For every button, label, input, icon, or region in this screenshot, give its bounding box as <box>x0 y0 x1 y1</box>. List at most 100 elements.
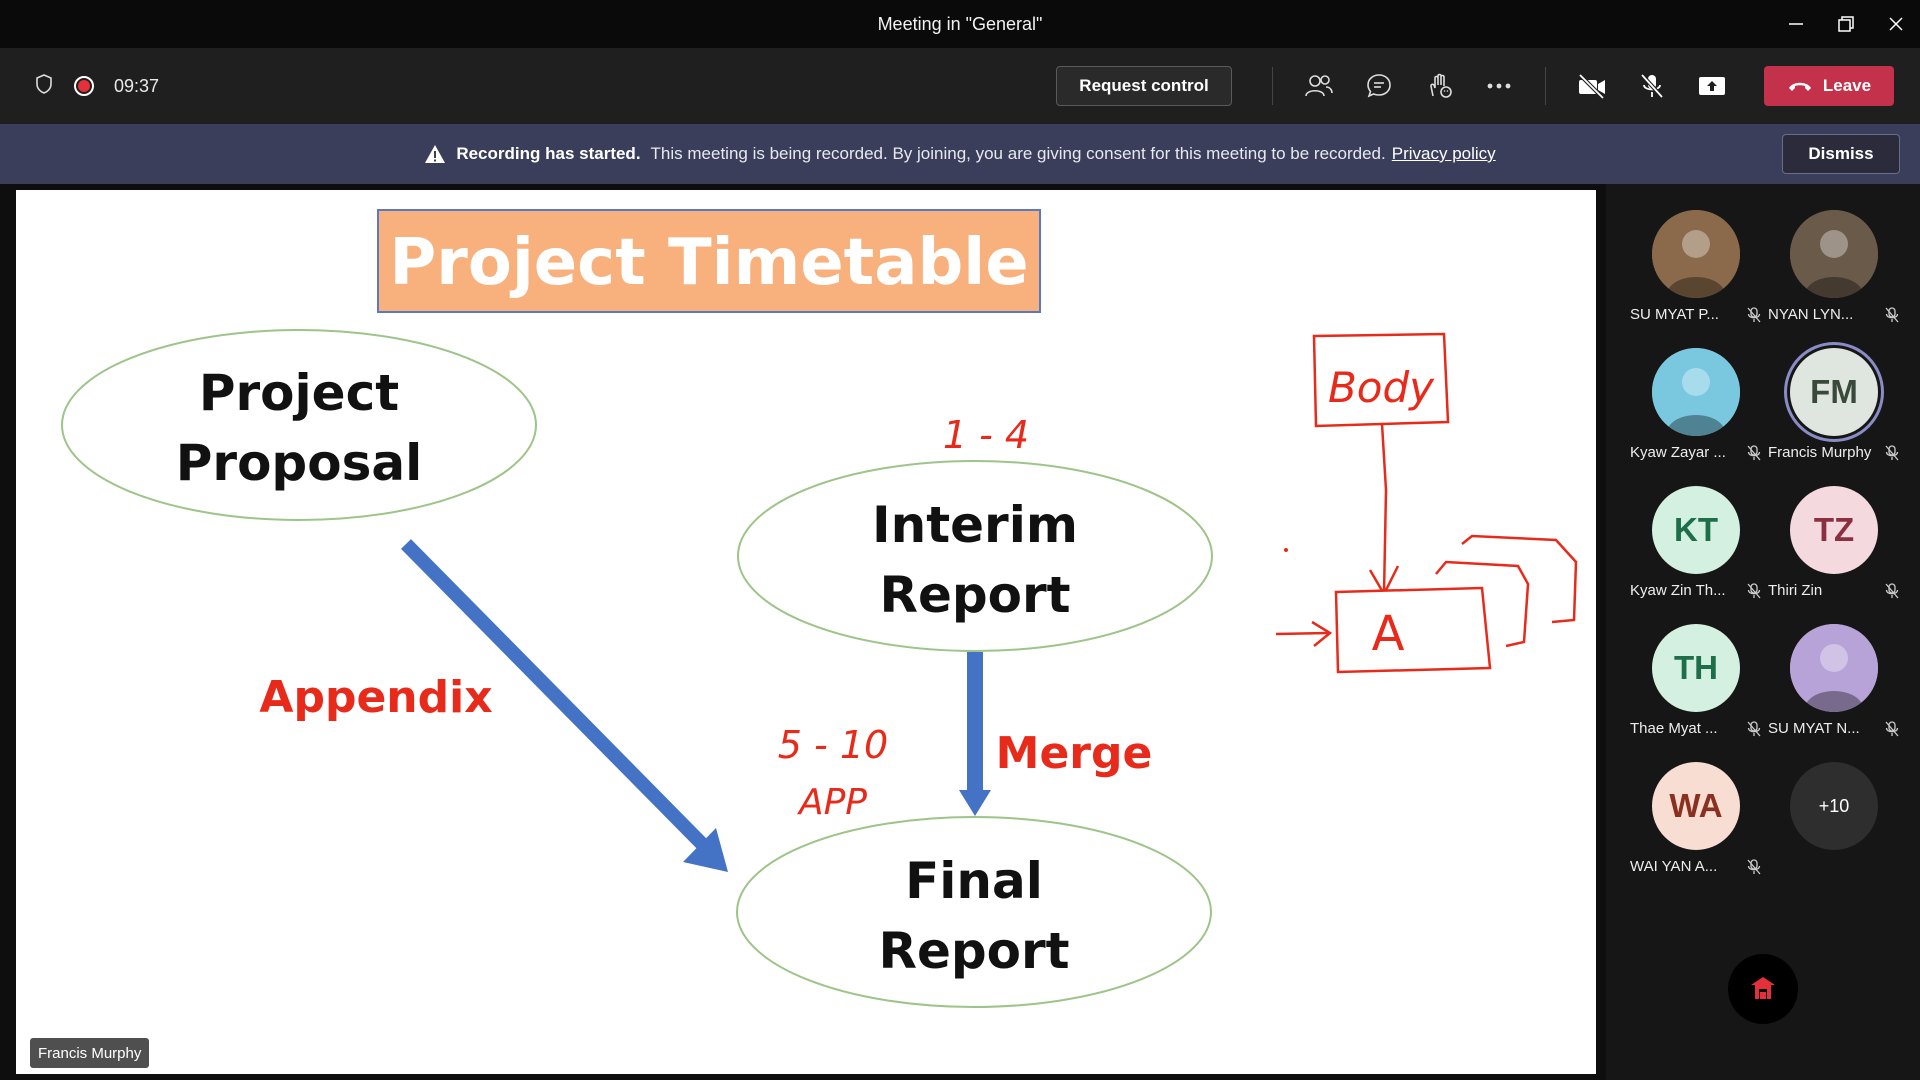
avatar-initials: WA <box>1669 787 1723 824</box>
participant-tile[interactable]: SU MYAT N... <box>1758 618 1908 748</box>
more-icon <box>1487 83 1511 89</box>
muted-mic-icon <box>1884 444 1900 467</box>
participant-tile[interactable]: TZ Thiri Zin <box>1758 480 1908 610</box>
avatar-initials: FM <box>1810 373 1858 410</box>
a-left-arrow <box>1275 631 1329 636</box>
avatar-initials: KT <box>1674 511 1718 548</box>
app-logo-icon <box>1751 977 1775 999</box>
annotation-a: A <box>1372 606 1405 662</box>
avatar: TH <box>1652 624 1740 712</box>
restore-icon <box>1838 16 1854 32</box>
share-screen-button[interactable] <box>1690 64 1734 108</box>
participants-panel: SU MYAT P... NYAN LYN... Kyaw Zayar ... FM F… <box>1606 184 1920 1080</box>
vertical-arrow-shaft <box>967 652 983 794</box>
avatar <box>1652 348 1740 436</box>
toolbar-divider <box>1272 67 1273 105</box>
merge-label: Merge <box>996 728 1153 779</box>
meeting-timer: 09:37 <box>114 75 160 96</box>
interim-line2: Report <box>879 566 1070 624</box>
appendix-label: Appendix <box>259 672 492 723</box>
slide-canvas: Project Timetable Project Proposal Inter… <box>61 209 1578 1008</box>
participants-button[interactable] <box>1297 64 1341 108</box>
request-control-button[interactable]: Request control <box>1056 66 1232 106</box>
raise-hand-icon <box>1430 73 1452 98</box>
participant-name: Thiri Zin <box>1768 582 1823 599</box>
warning-icon <box>424 144 446 164</box>
avatar: KT <box>1652 486 1740 574</box>
participant-name: Kyaw Zin Th... <box>1630 582 1726 599</box>
participant-tile[interactable]: +10 <box>1758 756 1908 886</box>
camera-off-icon <box>1578 73 1605 99</box>
privacy-policy-link[interactable]: Privacy policy <box>1392 144 1496 164</box>
chat-button[interactable] <box>1357 64 1401 108</box>
participant-tile[interactable]: Kyaw Zayar ... <box>1620 342 1770 472</box>
participant-name: Thae Myat ... <box>1630 720 1718 737</box>
participant-name: Kyaw Zayar ... <box>1630 444 1726 461</box>
ink-dot <box>1284 548 1288 552</box>
participant-name: Francis Murphy <box>1768 444 1872 461</box>
shared-slide: Project Timetable Project Proposal Inter… <box>16 190 1596 1074</box>
close-button[interactable] <box>1872 0 1920 48</box>
microphone-toggle-button[interactable] <box>1630 64 1674 108</box>
presenter-name-tag: Francis Murphy <box>30 1038 150 1068</box>
participant-tile[interactable]: NYAN LYN... <box>1758 204 1908 334</box>
more-options-button[interactable] <box>1477 64 1521 108</box>
participant-name: SU MYAT N... <box>1768 720 1860 737</box>
avatar: FM <box>1790 348 1878 436</box>
share-icon <box>1699 77 1725 95</box>
minimize-button[interactable] <box>1772 0 1820 48</box>
chat-icon <box>1367 74 1391 98</box>
reactions-button[interactable] <box>1417 64 1461 108</box>
people-icon <box>1305 75 1333 97</box>
close-icon <box>1889 17 1903 31</box>
slide-title: Project Timetable <box>389 226 1028 300</box>
interim-line1: Interim <box>872 496 1078 554</box>
window-title: Meeting in "General" <box>877 13 1043 34</box>
participant-tile[interactable]: KT Kyaw Zin Th... <box>1620 480 1770 610</box>
muted-mic-icon <box>1884 720 1900 743</box>
avatar <box>1790 624 1878 712</box>
microphone-off-icon <box>1640 73 1664 99</box>
proposal-line1: Project <box>199 364 399 422</box>
app-badge-button[interactable] <box>1728 954 1798 1024</box>
vertical-arrow-head <box>959 790 991 816</box>
recording-banner: Recording has started. This meeting is b… <box>0 124 1920 184</box>
participant-tile[interactable]: WA WAI YAN A... <box>1620 756 1770 886</box>
window-controls <box>1770 0 1920 48</box>
participant-name: WAI YAN A... <box>1630 858 1718 875</box>
recording-icon <box>74 76 94 96</box>
restore-button[interactable] <box>1822 0 1870 48</box>
avatar-initials: +10 <box>1818 795 1850 816</box>
avatar-initials: TH <box>1674 649 1718 686</box>
shared-content-stage: Project Timetable Project Proposal Inter… <box>0 184 1606 1080</box>
minimize-icon <box>1789 23 1803 25</box>
banner-message: This meeting is being recorded. By joini… <box>650 144 1386 163</box>
avatar <box>1790 210 1878 298</box>
annotation-1-4: 1 - 4 <box>943 413 1029 457</box>
participant-name: NYAN LYN... <box>1768 306 1854 323</box>
more-participants-avatar: +10 <box>1790 762 1878 850</box>
body-connector <box>1380 423 1388 595</box>
dismiss-button[interactable]: Dismiss <box>1782 134 1900 174</box>
participant-tile[interactable]: SU MYAT P... <box>1620 204 1770 334</box>
avatar: TZ <box>1790 486 1878 574</box>
participant-tile[interactable]: TH Thae Myat ... <box>1620 618 1770 748</box>
muted-mic-icon <box>1884 582 1900 605</box>
annotation-5-10: 5 - 10 <box>778 723 888 767</box>
participant-name: SU MYAT P... <box>1630 306 1719 323</box>
title-bar: Meeting in "General" <box>0 0 1920 48</box>
leave-button[interactable]: Leave <box>1764 66 1894 106</box>
final-line2: Report <box>878 922 1069 980</box>
avatar <box>1652 210 1740 298</box>
camera-toggle-button[interactable] <box>1570 64 1614 108</box>
avatar: WA <box>1652 762 1740 850</box>
meeting-toolbar: 09:37 Request control Leave <box>0 48 1920 124</box>
participant-tile[interactable]: FM Francis Murphy <box>1758 342 1908 472</box>
final-line1: Final <box>905 852 1043 910</box>
shield-icon[interactable] <box>34 73 54 100</box>
muted-mic-icon <box>1884 306 1900 329</box>
annotation-app: APP <box>797 782 867 823</box>
proposal-line2: Proposal <box>176 434 422 492</box>
avatar-initials: TZ <box>1813 511 1855 548</box>
annotation-body: Body <box>1328 363 1435 412</box>
